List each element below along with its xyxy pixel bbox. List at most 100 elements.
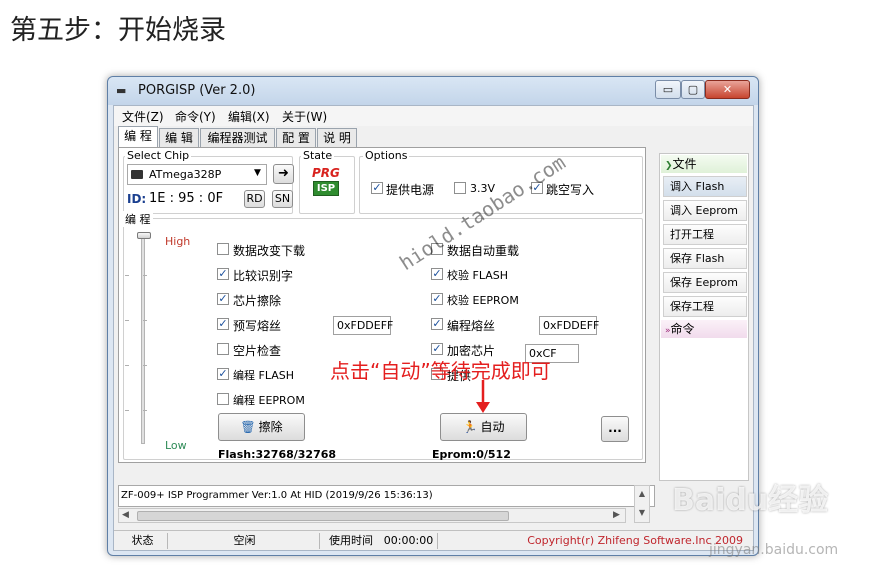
close-button[interactable]: ✕ — [705, 80, 750, 99]
voltage-3v3-checkbox[interactable] — [454, 182, 466, 194]
prewrite-fuse-checkbox[interactable]: ✓ — [217, 318, 229, 330]
slider-tick — [143, 275, 147, 276]
menu-bar: 文件(Z) 命令(Y) 编辑(X) 关于(W) — [114, 106, 753, 126]
app-icon: ▬ — [116, 84, 127, 97]
tab-programmer-test[interactable]: 编程器测试 — [200, 128, 275, 147]
maximize-button[interactable]: ▢ — [681, 80, 705, 99]
sidebar-file-header-label: 文件 — [672, 157, 697, 171]
flash-info: Flash:32768/32768 — [218, 448, 337, 461]
slider-track — [141, 234, 145, 444]
sidebar-file-header[interactable]: ❯文件 — [661, 155, 747, 173]
window-title: PORGISP (Ver 2.0) — [138, 83, 256, 98]
scroll-up-icon: ▲ — [638, 489, 646, 498]
download-on-change-checkbox[interactable] — [217, 243, 229, 255]
baidu-watermark: Baidu经验 — [672, 483, 829, 518]
copyright-text: Copyright(r) Zhifeng Software.Inc 2009 — [527, 534, 743, 547]
logo-isp: ISP — [313, 181, 339, 196]
sidebar-item-load-eeprom[interactable]: 调入 Eeprom — [663, 200, 747, 221]
slider-tick — [125, 365, 129, 366]
client-area: 文件(Z) 命令(Y) 编辑(X) 关于(W) 编 程 编 辑 编程器测试 配 … — [113, 105, 754, 551]
slider-tick — [143, 365, 147, 366]
chip-select[interactable]: ATmega328P ▼ — [127, 164, 267, 185]
elapsed-time-label: 使用时间 — [329, 534, 373, 547]
menu-file[interactable]: 文件(Z) — [122, 108, 164, 125]
sidebar-item-save-flash[interactable]: 保存 Flash — [663, 248, 747, 269]
speed-slider[interactable] — [125, 220, 165, 456]
sidebar-item-save-project[interactable]: 保存工程 — [663, 296, 747, 317]
running-man-icon: 🏃 — [462, 420, 478, 434]
sidebar-command-header-label: 命令 — [670, 322, 695, 336]
sidebar-item-save-eeprom[interactable]: 保存 Eeprom — [663, 272, 747, 293]
log-horizontal-scrollbar[interactable]: ◀ ▶ — [118, 508, 626, 523]
verify-flash-checkbox[interactable]: ✓ — [431, 268, 443, 280]
chip-erase-checkbox[interactable]: ✓ — [217, 293, 229, 305]
more-button[interactable]: ... — [601, 416, 629, 442]
menu-edit[interactable]: 编辑(X) — [228, 108, 270, 125]
sidebar-item-open-project[interactable]: 打开工程 — [663, 224, 747, 245]
sn-button[interactable]: SN — [272, 190, 293, 208]
verify-eeprom-label: 校验 EEPROM — [447, 294, 519, 307]
program-group — [123, 218, 643, 460]
tab-program[interactable]: 编 程 — [118, 126, 158, 147]
chip-erase-label: 芯片擦除 — [233, 294, 282, 308]
erase-button[interactable]: 🗑 擦除 — [218, 413, 305, 441]
slider-tick — [143, 320, 147, 321]
scroll-left-icon: ◀ — [122, 510, 129, 520]
slider-tick — [143, 410, 147, 411]
supply-power-checkbox[interactable]: ✓ — [371, 182, 383, 194]
rd-button[interactable]: RD — [244, 190, 265, 208]
verify-eeprom-checkbox[interactable]: ✓ — [431, 293, 443, 305]
menu-command[interactable]: 命令(Y) — [175, 108, 216, 125]
load-chip-button[interactable]: ➜ — [273, 164, 294, 184]
program-flash-checkbox[interactable]: ✓ — [217, 368, 229, 380]
blank-check-checkbox[interactable] — [217, 343, 229, 355]
prg-isp-logo: PRG ISP — [312, 166, 342, 202]
annotation-text: 点击“自动”等待完成即可 — [330, 359, 551, 383]
scroll-thumb[interactable] — [137, 511, 509, 521]
tab-help[interactable]: 说 明 — [317, 128, 357, 147]
status-bar: 状态 空闲 使用时间 00:00:00 Copyright(r) Zhifeng… — [114, 530, 753, 550]
arrow-right-icon: ➜ — [278, 166, 289, 181]
program-fuse-label: 编程熔丝 — [447, 319, 496, 333]
erase-button-label: 擦除 — [258, 420, 283, 434]
log-vertical-scrollbar[interactable]: ▲ ▼ — [634, 485, 650, 523]
status-value: 空闲 — [170, 533, 320, 549]
status-label: 状态 — [118, 533, 168, 549]
auto-button[interactable]: 🏃 自动 — [440, 413, 527, 441]
compare-signature-checkbox[interactable]: ✓ — [217, 268, 229, 280]
side-panel: ❯文件 调入 Flash 调入 Eeprom 打开工程 保存 Flash 保存 … — [659, 153, 749, 481]
download-on-change-label: 数据改变下载 — [233, 244, 306, 258]
chevron-down-icon: ▼ — [254, 168, 261, 178]
slider-tick — [125, 320, 129, 321]
logo-prg: PRG — [312, 166, 340, 180]
id-label: ID: — [127, 192, 147, 206]
prewrite-fuse-value[interactable]: 0xFDDEFF — [333, 316, 393, 335]
elapsed-time-value: 00:00:00 — [380, 533, 438, 549]
eeprom-info: Eprom:0/512 — [432, 448, 511, 461]
select-chip-label: Select Chip — [125, 149, 192, 162]
tab-config[interactable]: 配 置 — [276, 128, 316, 147]
sidebar-command-header[interactable]: »命令 — [661, 320, 747, 338]
tab-edit[interactable]: 编 辑 — [159, 128, 199, 147]
chip-value: ATmega328P — [149, 168, 222, 181]
state-label: State — [301, 149, 335, 162]
program-eeprom-checkbox[interactable] — [217, 393, 229, 405]
lock-chip-checkbox[interactable]: ✓ — [431, 343, 443, 355]
baidu-watermark-url: jingyan.baidu.com — [709, 542, 839, 558]
menu-about[interactable]: 关于(W) — [282, 108, 327, 125]
program-fuse-value[interactable]: 0xFDDEFF — [539, 316, 599, 335]
slider-tick — [125, 275, 129, 276]
slider-low-label: Low — [165, 439, 187, 452]
slider-thumb[interactable] — [137, 232, 151, 239]
scroll-right-icon: ▶ — [613, 510, 620, 520]
minimize-button[interactable]: ▭ — [655, 80, 681, 99]
title-bar[interactable]: ▬ PORGISP (Ver 2.0) ▭ ▢ ✕ — [108, 77, 758, 105]
program-fuse-checkbox[interactable]: ✓ — [431, 318, 443, 330]
verify-flash-label: 校验 FLASH — [447, 269, 508, 282]
auto-button-label: 自动 — [480, 420, 505, 434]
blank-check-label: 空片检查 — [233, 344, 282, 358]
log-output[interactable]: ZF-009+ ISP Programmer Ver:1.0 At HID (2… — [118, 485, 655, 507]
program-panel: Select Chip ATmega328P ▼ ➜ ID: 1E : 95 :… — [118, 147, 646, 463]
app-window: ▬ PORGISP (Ver 2.0) ▭ ▢ ✕ 文件(Z) 命令(Y) 编辑… — [107, 76, 759, 556]
sidebar-item-load-flash[interactable]: 调入 Flash — [663, 176, 747, 197]
